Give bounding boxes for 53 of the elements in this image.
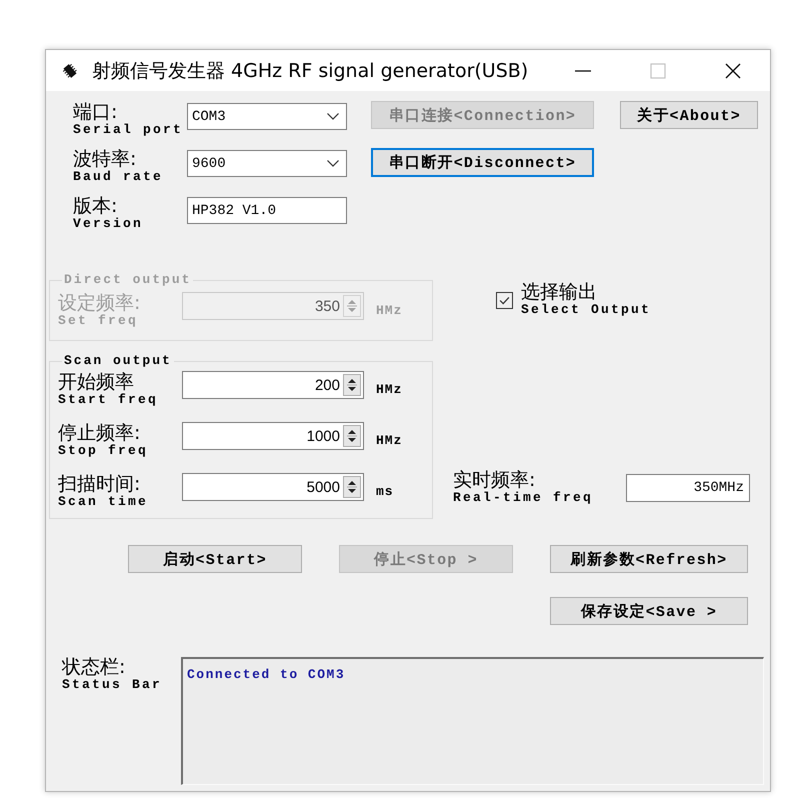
field-label-english: Stop freq: [58, 443, 150, 459]
text-field[interactable]: HP382 V1.0: [187, 197, 347, 224]
up-down-arrows-icon: [347, 298, 357, 314]
checkbox[interactable]: [496, 292, 513, 308]
field-label: 版本:: [73, 196, 118, 216]
connection-button[interactable]: 串口断开<Disconnect>: [371, 148, 594, 177]
unit-label: HMz: [376, 303, 402, 318]
field-label-english: Baud rate: [73, 169, 164, 185]
dropdown[interactable]: COM3: [187, 103, 347, 130]
unit-label: HMz: [376, 382, 402, 397]
unit-label: ms: [376, 484, 394, 499]
spin-button[interactable]: [343, 374, 361, 396]
field-label-english: Serial port: [73, 122, 184, 138]
field-label-english: Status Bar: [62, 677, 164, 693]
action-button[interactable]: 启动<Start>: [128, 545, 302, 573]
field-label-english: Set freq: [58, 313, 140, 329]
number-field[interactable]: 200: [182, 371, 364, 399]
spin-button[interactable]: [343, 425, 361, 447]
chevron-down-icon: [327, 113, 339, 120]
field-label: 开始频率: [58, 372, 135, 392]
field-label: 波特率:: [73, 149, 138, 169]
unit-label: HMz: [376, 433, 402, 448]
field-label: 实时频率:: [453, 470, 536, 490]
number-field[interactable]: 5000: [182, 473, 364, 501]
about-button[interactable]: 关于<About>: [620, 101, 758, 129]
up-down-arrows-icon: [347, 479, 357, 495]
chevron-down-icon: [327, 160, 339, 167]
field-label: 端口:: [73, 102, 118, 122]
field-label: 扫描时间:: [58, 474, 142, 494]
field-label: 状态栏:: [62, 657, 126, 677]
dropdown[interactable]: 9600: [187, 150, 347, 177]
group-title: Scan output: [63, 353, 173, 369]
minimize-icon: [574, 70, 590, 72]
field-label-english: Select Output: [521, 302, 652, 318]
field-label-english: Version: [73, 216, 144, 232]
field-label-english: Real-time freq: [453, 490, 594, 506]
up-down-arrows-icon: [347, 377, 357, 393]
field-label: 设定频率:: [58, 293, 142, 313]
text-field[interactable]: 350MHz: [626, 474, 750, 502]
action-button[interactable]: 刷新参数<Refresh>: [550, 545, 748, 573]
action-button[interactable]: 保存设定<Save >: [550, 597, 748, 625]
window-title: 射频信号发生器 4GHz RF signal generator(USB): [92, 58, 528, 84]
spin-button[interactable]: [343, 476, 361, 498]
close-icon: [724, 62, 740, 78]
maximize-icon: [650, 62, 666, 78]
number-field[interactable]: 1000: [182, 422, 364, 450]
field-label: 停止频率:: [58, 423, 142, 443]
field-label-english: Scan time: [58, 494, 150, 510]
group-title: Direct output: [63, 272, 192, 288]
field-label-english: Start freq: [58, 392, 160, 408]
status-message: Connected to COM3: [187, 667, 346, 682]
up-down-arrows-icon: [347, 428, 357, 444]
field-label: 选择输出: [521, 282, 598, 302]
